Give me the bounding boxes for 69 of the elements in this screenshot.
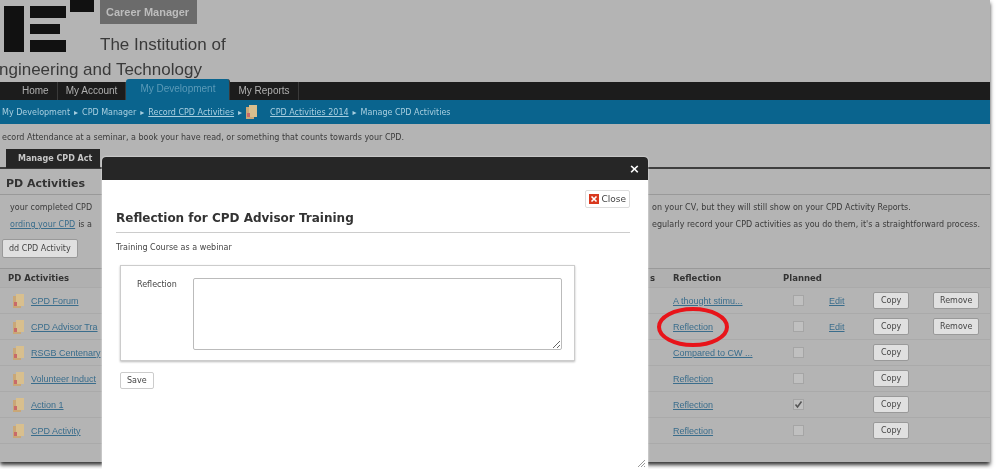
product-badge: Career Manager: [100, 0, 198, 24]
sub-tab[interactable]: Manage CPD Act: [6, 149, 101, 168]
activity-link[interactable]: CPD Forum: [31, 295, 79, 306]
info-text: your completed CPD: [10, 203, 93, 212]
separator-icon: ▸: [352, 107, 357, 117]
field-label: Reflection: [137, 279, 177, 289]
activity-link[interactable]: Action 1: [31, 399, 64, 410]
planned-checkbox[interactable]: [793, 425, 804, 436]
info-text: on your CV, but they will still show on your CPD Activity Reports.: [652, 203, 912, 212]
breadcrumb-link[interactable]: Record CPD Activities: [148, 107, 235, 117]
activity-link[interactable]: Volunteer Induct: [31, 373, 97, 384]
reflection-link[interactable]: Compared to CW ...: [673, 347, 753, 358]
planned-checkbox[interactable]: [793, 373, 804, 384]
reflection-link[interactable]: Reflection: [673, 321, 714, 332]
reflection-link[interactable]: A thought stimu...: [673, 295, 743, 306]
reflection-link[interactable]: Reflection: [673, 399, 714, 410]
planned-checkbox[interactable]: [793, 321, 804, 332]
guide-link[interactable]: ording your CPD: [10, 220, 76, 229]
folder-icon: [13, 423, 25, 438]
folder-icon: [13, 345, 25, 360]
breadcrumb-item[interactable]: Manage CPD Activities: [360, 107, 451, 117]
column-header: Reflection: [672, 273, 723, 283]
org-name: The Institution of: [100, 35, 226, 55]
dialog-title: Reflection for CPD Advisor Training: [116, 211, 630, 233]
copy-button[interactable]: Copy: [873, 396, 910, 413]
copy-button[interactable]: Copy: [873, 344, 910, 361]
breadcrumb-link[interactable]: CPD Activities 2014: [270, 107, 349, 117]
breadcrumb-item[interactable]: My Development: [2, 107, 71, 117]
folder-icon: [246, 105, 259, 119]
dialog-subtitle: Training Course as a webinar: [116, 243, 233, 252]
edit-link[interactable]: Edit: [829, 295, 845, 306]
reflection-field[interactable]: [192, 278, 562, 350]
column-header: PD Activities: [7, 273, 71, 283]
reflection-link[interactable]: Reflection: [673, 373, 714, 384]
folder-icon: [13, 319, 25, 334]
info-text: egularly record your CPD activities as you do them, it's a straightforward process.: [652, 220, 981, 229]
save-button[interactable]: Save: [120, 372, 154, 389]
resize-grip-icon[interactable]: [637, 459, 646, 468]
edit-link[interactable]: Edit: [829, 321, 845, 332]
close-icon: [589, 194, 600, 204]
intro-text: ecord Attendance at a seminar, a book your have read, or something that counts towards your CPD.: [1, 132, 406, 144]
folder-icon: [13, 371, 25, 386]
activity-link[interactable]: CPD Advisor Tra: [31, 321, 98, 332]
info-text: is a: [78, 220, 92, 229]
org-name: ngineering and Technology: [0, 59, 203, 81]
add-button[interactable]: dd CPD Activity: [2, 239, 78, 258]
logo-icon: [4, 0, 94, 52]
activity-link[interactable]: CPD Activity: [31, 425, 81, 436]
column-header: Planned: [782, 273, 823, 283]
column-header: s: [650, 273, 657, 283]
folder-icon: [13, 293, 25, 308]
close-button[interactable]: Close: [585, 190, 630, 208]
separator-icon: ▸: [74, 107, 79, 117]
planned-checkbox[interactable]: [793, 295, 804, 306]
copy-button[interactable]: Copy: [873, 422, 910, 439]
planned-checkbox[interactable]: [793, 347, 804, 358]
remove-button[interactable]: Remove: [933, 292, 980, 309]
reflection-link[interactable]: Reflection: [673, 425, 714, 436]
breadcrumb-item[interactable]: CPD Manager: [82, 107, 137, 117]
activity-link[interactable]: RSGB Centenary: [31, 347, 101, 358]
copy-button[interactable]: Copy: [873, 370, 910, 387]
copy-button[interactable]: Copy: [873, 292, 910, 309]
separator-icon: ▸: [238, 107, 243, 117]
separator-icon: ▸: [140, 107, 145, 117]
nav-tab[interactable]: My Development: [126, 79, 231, 100]
remove-button[interactable]: Remove: [933, 318, 980, 335]
planned-checkbox[interactable]: [793, 399, 804, 410]
folder-icon: [13, 397, 25, 412]
copy-button[interactable]: Copy: [873, 318, 910, 335]
